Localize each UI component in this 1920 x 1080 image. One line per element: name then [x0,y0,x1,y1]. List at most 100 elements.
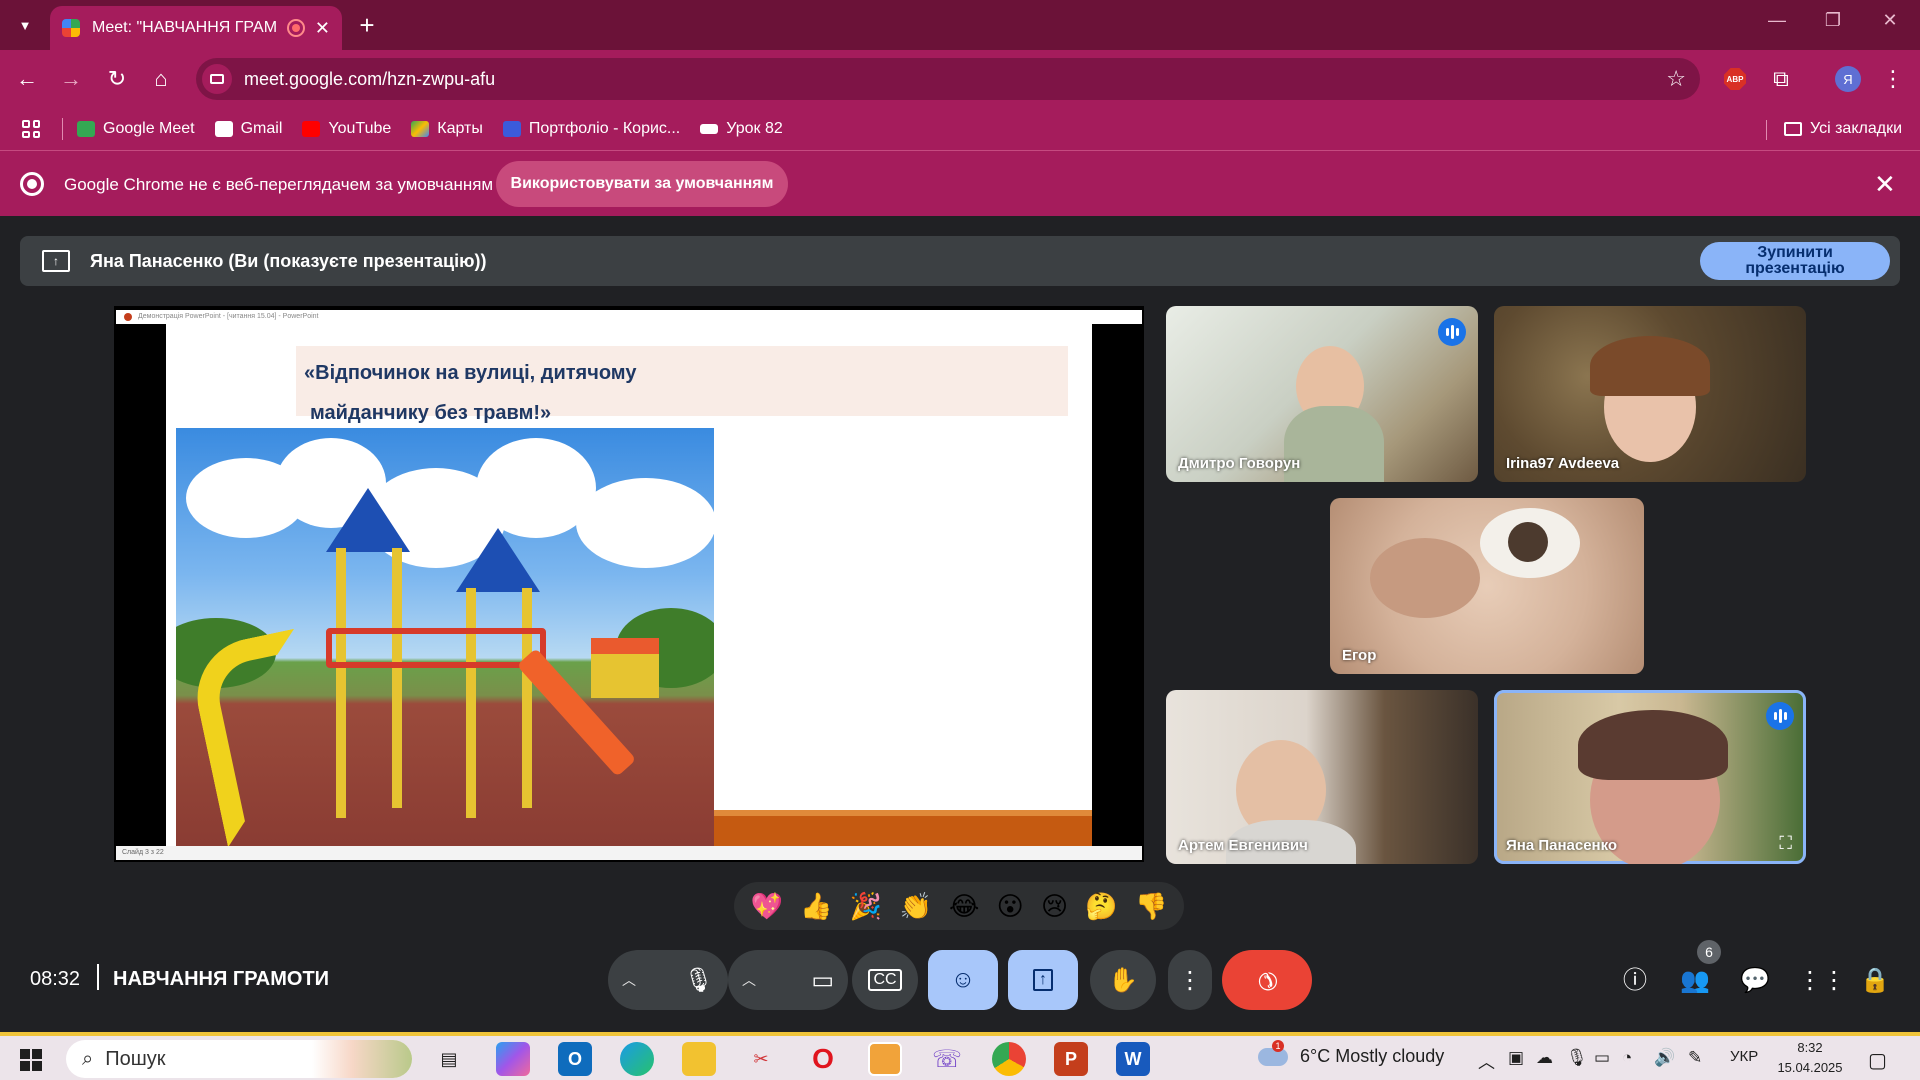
language-indicator[interactable]: УКР [1730,1048,1758,1065]
participant-tile[interactable]: Егор [1330,498,1644,674]
copilot-icon[interactable] [496,1042,530,1076]
divider [62,118,63,140]
close-window-button[interactable]: ✕ [1875,10,1905,31]
restore-button[interactable]: ❐ [1818,10,1848,31]
bookmark-star-icon[interactable]: ☆ [1666,66,1686,92]
reaction-thumbs-up[interactable]: 👍 [800,891,832,922]
tab-strip: ▼ Meet: "НАВЧАННЯ ГРАМОТ ✕ + — ❐ ✕ [0,0,1920,50]
more-menu-icon[interactable]: ⋮ [1878,64,1908,94]
reaction-sad[interactable]: 😢 [1041,891,1068,922]
participant-tile-self[interactable]: Яна Панасенко ⛶ [1494,690,1806,864]
meeting-info-icon[interactable]: ⓘ [1618,964,1652,998]
forward-button[interactable]: → [56,64,86,94]
bookmark-gmail[interactable]: Gmail [214,120,282,138]
reactions-bar: 💖 👍 🎉 👏 😂 😮 😢 🤔 👎 [734,882,1184,930]
infobar-close-icon[interactable]: ✕ [1874,169,1896,200]
reload-button[interactable]: ↻ [102,64,132,94]
close-tab-icon[interactable]: ✕ [315,18,330,39]
crop-icon[interactable]: ⛶ [1779,833,1792,854]
windows-start-icon[interactable] [20,1049,42,1071]
viber-icon[interactable]: ☏ [930,1042,964,1076]
camera-icon[interactable]: ▭ [811,966,834,995]
extensions-icon[interactable]: ⧉ [1766,64,1796,94]
minimize-button[interactable]: — [1762,10,1792,31]
notifications-icon[interactable]: ▢ [1868,1048,1887,1073]
profile-avatar[interactable]: Я [1835,66,1861,92]
people-count-badge: 6 [1697,940,1721,964]
wifi-icon[interactable]: ◔ [1622,1048,1632,1068]
reaction-thinking[interactable]: 🤔 [1085,891,1117,922]
taskbar-clock[interactable]: 8:32 15.04.2025 [1772,1038,1848,1078]
participant-tile[interactable]: Артем Евгенивич [1166,690,1478,864]
meeting-name: НАВЧАННЯ ГРАМОТИ [113,968,330,990]
present-button[interactable]: ↑ [1008,950,1078,1010]
apps-grid-icon[interactable] [22,120,40,138]
all-bookmarks[interactable]: Усі закладки [1783,108,1902,150]
participant-tile[interactable]: Дмитро Говорун [1166,306,1478,482]
address-bar[interactable]: meet.google.com/hzn-zwpu-afu ☆ [196,58,1700,100]
volume-icon[interactable]: 🔊 [1654,1048,1675,1068]
weather-widget[interactable]: 6°C Mostly cloudy [1258,1039,1444,1067]
opera-icon[interactable]: O [806,1042,840,1076]
captions-button[interactable]: CC [852,950,918,1010]
bookmark-maps[interactable]: Карты [411,120,483,138]
present-screen-icon: ↑ [1033,969,1053,991]
pen-icon[interactable]: ✎ [1688,1048,1702,1068]
leave-call-button[interactable]: ✆ [1222,950,1312,1010]
outlook-icon[interactable]: O [558,1042,592,1076]
site-info-icon[interactable] [202,64,232,94]
bookmark-portfolio[interactable]: Портфоліо - Корис... [502,120,680,138]
mic-tray-icon[interactable]: 🎙 [1566,1048,1588,1068]
set-default-button[interactable]: Використовувати за умовчанням [496,161,788,207]
slide-title: «Відпочинок на вулиці, дитячому майданчи… [296,346,1068,424]
video-settings-chevron-icon[interactable]: ︿ [742,970,756,990]
chat-icon[interactable]: 💬 [1738,964,1772,998]
people-icon[interactable]: 👥 [1678,964,1712,998]
adblock-extension-icon[interactable]: ABP [1724,68,1746,90]
tab-search-button[interactable]: ▼ [8,8,42,42]
reaction-laugh[interactable]: 😂 [949,891,979,922]
reaction-surprised[interactable]: 😮 [997,891,1024,922]
snipping-tool-icon[interactable]: ✂ [744,1042,778,1076]
host-controls-icon[interactable]: 🔒 [1858,964,1892,998]
stop-presenting-button[interactable]: Зупинити презентацію [1700,242,1890,280]
taskbar-search[interactable]: ⌕ Пошук [66,1040,412,1078]
back-button[interactable]: ← [12,64,42,94]
tab-title: Meet: "НАВЧАННЯ ГРАМОТ [92,19,277,36]
chrome-icon[interactable] [992,1042,1026,1076]
new-tab-button[interactable]: + [352,10,382,40]
file-explorer-icon[interactable] [682,1042,716,1076]
battery-icon[interactable]: ▭ [1594,1048,1610,1068]
bookmark-google-meet[interactable]: Google Meet [77,120,195,138]
slide: «Відпочинок на вулиці, дитячому майданчи… [166,324,1092,846]
raise-hand-button[interactable]: ✋ [1090,950,1156,1010]
speaking-indicator-icon [1766,702,1794,730]
tray-expand-icon[interactable]: ︿ [1478,1048,1495,1073]
activities-icon[interactable]: ⋮⋮ [1798,964,1846,998]
powerpoint-icon[interactable]: P [1054,1042,1088,1076]
participant-tile[interactable]: Irina97 Avdeeva [1494,306,1806,482]
microphone-icon[interactable]: 🎙 [684,966,714,995]
photos-icon[interactable] [868,1042,902,1076]
home-button[interactable]: ⌂ [146,64,176,94]
reaction-clap[interactable]: 👏 [899,891,931,922]
meeting-clock: 08:32 [30,968,81,990]
bookmark-lesson[interactable]: Урок 82 [700,120,783,138]
audio-settings-chevron-icon[interactable]: ︿ [622,970,636,990]
chevron-down-icon: ▼ [18,17,32,33]
meet-tray-icon[interactable]: ▣ [1508,1048,1524,1068]
word-icon[interactable]: W [1116,1042,1150,1076]
more-options-button[interactable]: ⋮ [1168,950,1212,1010]
reaction-heart[interactable]: 💖 [751,891,783,922]
gmail-icon [214,121,233,137]
onedrive-icon[interactable]: ☁ [1536,1048,1553,1068]
reaction-thumbs-down[interactable]: 👎 [1135,891,1167,922]
tab-meet[interactable]: Meet: "НАВЧАННЯ ГРАМОТ ✕ [50,6,342,50]
participant-name: Дмитро Говорун [1178,455,1301,472]
reactions-button[interactable]: ☺ [928,950,998,1010]
bookmark-youtube[interactable]: YouTube [302,120,391,138]
reaction-party[interactable]: 🎉 [850,891,882,922]
url-text[interactable]: meet.google.com/hzn-zwpu-afu [244,69,1666,90]
edge-icon[interactable] [620,1042,654,1076]
task-view-icon[interactable]: ▤ [432,1042,466,1076]
